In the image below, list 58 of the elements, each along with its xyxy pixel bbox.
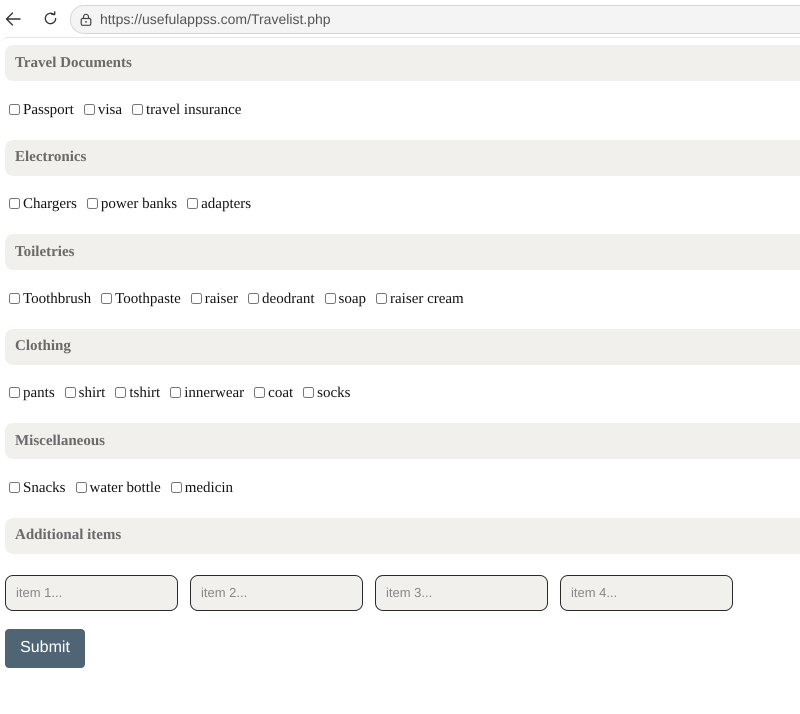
checkbox-label: travel insurance [146, 102, 242, 118]
checkbox[interactable] [9, 482, 20, 492]
input-field[interactable]: item 2... [190, 574, 363, 610]
checkbox-label: pants [23, 385, 55, 402]
checkbox-label: deodrant [262, 290, 315, 308]
checkbox[interactable] [170, 482, 182, 492]
checkbox[interactable] [376, 292, 388, 304]
checkbox[interactable] [190, 292, 202, 304]
checkbox-label: socks [317, 385, 350, 402]
reload-icon[interactable] [43, 11, 58, 26]
checkbox[interactable] [132, 104, 144, 114]
section-header: Clothing [5, 328, 800, 364]
checkbox-label: Toothpaste [115, 290, 181, 308]
checkbox-label: Toothbrush [23, 290, 92, 308]
checkbox[interactable] [9, 104, 20, 114]
checkbox-label: tshirt [129, 385, 160, 402]
checkbox-label: adapters [201, 196, 252, 213]
checkbox[interactable] [86, 198, 98, 209]
checkbox[interactable] [187, 198, 198, 209]
section-header: Travel Documents [5, 45, 800, 81]
checkbox-label: coat [268, 385, 294, 402]
url-text: https://usefulappss.com/Travelist.php [100, 11, 331, 27]
input-field[interactable]: item 3... [375, 574, 548, 610]
section-header: Miscellaneous [5, 423, 800, 459]
checkbox[interactable] [9, 292, 20, 304]
section-header: Electronics [5, 140, 800, 176]
checkbox-label: medicin [184, 480, 234, 496]
input-field[interactable]: item 4... [560, 574, 733, 610]
checkbox-label: Passport [23, 102, 74, 118]
checkbox[interactable] [324, 292, 336, 304]
checkbox-label: soap [338, 290, 366, 308]
address-bar[interactable]: https://usefulappss.com/Travelist.php [70, 4, 800, 34]
section-header: Toiletries [5, 234, 800, 270]
checkbox-label: innerwear [184, 385, 244, 402]
checkbox[interactable] [9, 387, 20, 398]
checkbox-label: Snacks [23, 480, 66, 496]
submit-button[interactable]: Submit [5, 628, 85, 668]
lock-icon[interactable] [80, 12, 92, 26]
checkbox-label: power banks [100, 196, 178, 213]
input-field[interactable]: item 1... [5, 574, 178, 610]
checkbox[interactable] [9, 198, 20, 209]
back-arrow-icon[interactable] [5, 12, 21, 26]
checkbox[interactable] [254, 387, 266, 398]
checkbox[interactable] [76, 482, 86, 492]
checkbox-label: water bottle [90, 480, 161, 496]
checkbox-label: visa [98, 102, 122, 118]
checkbox[interactable] [101, 292, 112, 304]
checkbox-label: shirt [78, 385, 106, 402]
checkbox[interactable] [64, 387, 76, 398]
checkbox-label: raiser [204, 290, 238, 308]
checkbox[interactable] [84, 104, 95, 114]
checkbox[interactable] [170, 387, 182, 398]
checkbox[interactable] [115, 387, 126, 398]
checkbox-label: raiser cream [390, 290, 464, 308]
checkbox-label: Chargers [23, 196, 77, 213]
section-header: Additional items [5, 518, 800, 554]
checkbox[interactable] [248, 292, 260, 304]
checkbox[interactable] [303, 387, 314, 398]
